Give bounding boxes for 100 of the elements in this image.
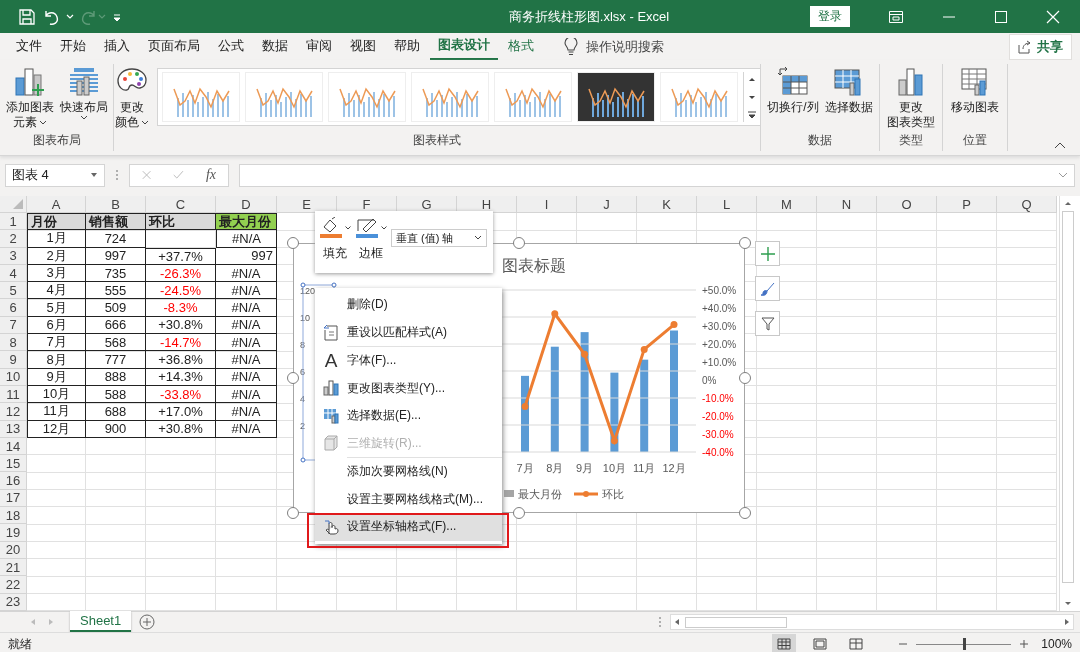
ribbon-tab[interactable]: 数据 (254, 32, 296, 61)
caret-icon[interactable] (66, 12, 74, 21)
row-header[interactable]: 9 (0, 351, 27, 369)
add-sheet-icon[interactable] (139, 614, 156, 630)
column-header[interactable]: A (27, 196, 86, 213)
row-header[interactable]: 5 (0, 282, 27, 300)
chart-style-thumbnail[interactable] (411, 72, 489, 122)
row-header[interactable]: 18 (0, 507, 27, 525)
ribbon-tab[interactable]: 公式 (210, 32, 252, 61)
sign-in-button[interactable]: 登录 (810, 6, 850, 27)
table-cell: 777 (86, 351, 146, 369)
ribbon-button[interactable]: 更改 图表类型 (885, 64, 937, 132)
zoom-level[interactable]: 100% (1041, 637, 1072, 651)
data-point[interactable] (670, 321, 678, 329)
row-header[interactable]: 1 (0, 213, 27, 231)
sheet-tab[interactable]: Sheet1 (70, 611, 132, 632)
view-button[interactable] (772, 634, 797, 652)
ribbon-tab[interactable]: 格式 (500, 32, 542, 61)
save-icon[interactable] (18, 7, 36, 26)
column-header[interactable]: M (757, 196, 817, 213)
column-header[interactable]: D (216, 196, 277, 213)
font-icon: A (324, 351, 338, 371)
menu-item[interactable]: 更改图表类型(Y)... (315, 374, 502, 402)
row-header[interactable]: 6 (0, 299, 27, 317)
chart-style-thumbnail[interactable] (494, 72, 572, 122)
menu-item[interactable]: 选择数据(E)... (315, 402, 502, 430)
column-header[interactable]: I (517, 196, 577, 213)
table-cell: 735 (86, 264, 146, 283)
row-header[interactable]: 12 (0, 403, 27, 421)
ribbon-tab[interactable]: 视图 (342, 32, 384, 61)
row-header[interactable]: 22 (0, 576, 27, 594)
ribbon-button[interactable]: 快速布局 (57, 64, 110, 123)
chart-styles-button[interactable] (755, 276, 780, 301)
menu-item[interactable]: A 字体(F)... (315, 347, 502, 375)
formula-input[interactable] (239, 163, 1075, 187)
name-box[interactable]: 图表 4 (5, 163, 105, 187)
ribbon-button[interactable]: 更改 颜色 (113, 64, 151, 132)
ribbon-button[interactable]: 移动图表 (949, 64, 1001, 117)
menu-item[interactable]: 重设以匹配样式(A) (315, 318, 502, 346)
chart-title[interactable]: 图表标题 (502, 257, 566, 274)
share-button[interactable]: 共享 (1009, 33, 1072, 60)
zoom-in-icon[interactable] (1019, 639, 1030, 649)
column-header[interactable]: K (637, 196, 697, 213)
row-header[interactable]: 15 (0, 455, 27, 473)
table-cell: #N/A (216, 299, 277, 317)
row-header[interactable]: 19 (0, 524, 27, 542)
search-field[interactable]: 操作说明搜索 (584, 38, 718, 55)
chart-style-thumbnail[interactable] (660, 72, 738, 122)
ribbon-tab[interactable]: 开始 (52, 32, 94, 61)
customize-icon[interactable] (112, 11, 122, 22)
slider-thumb[interactable] (962, 638, 966, 650)
ribbon-tab[interactable]: 审阅 (298, 32, 340, 61)
axis-label: 2 (300, 421, 305, 431)
chart-style-thumbnail[interactable] (245, 72, 323, 122)
chart-style-thumbnail[interactable] (162, 72, 240, 122)
chart-elements-button[interactable] (755, 241, 780, 266)
element-dropdown[interactable]: 垂直 (值) 轴 (391, 229, 487, 247)
legend-line-marker (574, 491, 598, 497)
close-icon[interactable] (1046, 9, 1060, 24)
scrollbar-thumb[interactable] (1062, 211, 1074, 583)
ribbon-button[interactable]: 选择数据 (822, 64, 875, 117)
ribbon-button[interactable]: 添加图表 元素 (3, 64, 56, 132)
ribbon-display-icon[interactable] (888, 9, 904, 24)
column-header[interactable]: L (697, 196, 757, 213)
column-header[interactable]: E (277, 196, 337, 213)
collapse-ribbon-icon[interactable] (1054, 141, 1066, 149)
column-header[interactable]: J (577, 196, 637, 213)
column-heading: 销售额 (86, 213, 146, 231)
ribbon-tab[interactable]: 页面布局 (140, 32, 208, 61)
chart-style-thumbnail[interactable] (577, 72, 655, 122)
menu-item[interactable]: 设置主要网格线格式(M)... (315, 485, 502, 513)
column-header[interactable]: P (937, 196, 997, 213)
ribbon-tab[interactable]: 插入 (96, 32, 138, 61)
column-header[interactable]: Q (997, 196, 1057, 213)
row-header[interactable]: 16 (0, 472, 27, 490)
select-data-icon (323, 407, 339, 424)
expand-icon[interactable] (1058, 172, 1068, 178)
menu-item[interactable]: 添加次要网格线(N) (315, 458, 502, 486)
insert-function-button[interactable]: fx (205, 167, 216, 183)
chart-style-thumbnail[interactable] (328, 72, 406, 122)
table-cell: #N/A (216, 264, 277, 283)
maximize-icon[interactable] (994, 9, 1008, 24)
menu-item[interactable]: 设置坐标轴格式(F)... (315, 513, 502, 541)
scrollbar-thumb[interactable] (685, 616, 787, 628)
row-header[interactable]: 8 (0, 334, 27, 352)
column-header[interactable]: C (146, 196, 216, 213)
column-header[interactable]: N (817, 196, 877, 213)
menu-item[interactable]: 删除(D) (315, 291, 502, 319)
ribbon-button[interactable]: 切换行/列 (765, 64, 821, 117)
data-point[interactable] (551, 310, 559, 318)
chart-filters-button[interactable] (755, 311, 780, 336)
table-cell: 12月 (27, 420, 86, 438)
ribbon-tab[interactable]: 帮助 (386, 32, 428, 61)
row-header[interactable]: 2 (0, 230, 27, 248)
column-header[interactable]: O (877, 196, 937, 213)
column-header[interactable]: B (86, 196, 146, 213)
ribbon-tab[interactable]: 文件 (8, 32, 50, 61)
column-header[interactable]: H (457, 196, 517, 213)
data-point[interactable] (640, 345, 648, 353)
table-cell: 588 (86, 385, 146, 404)
